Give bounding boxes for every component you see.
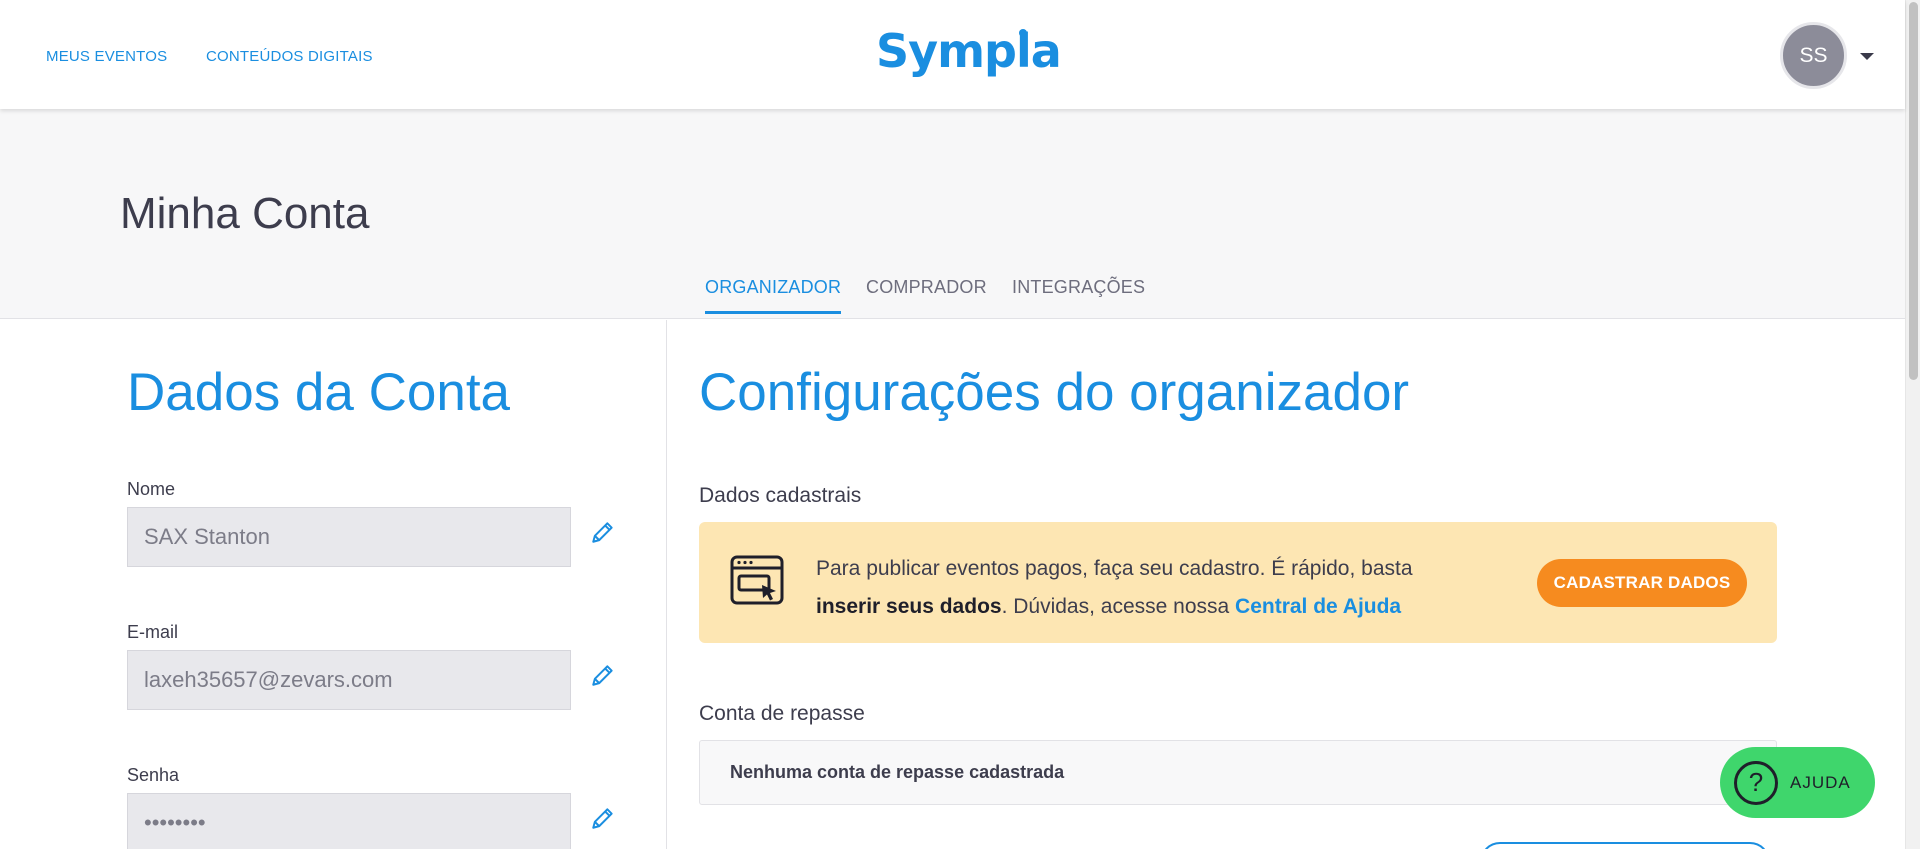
pencil-icon[interactable]	[590, 805, 616, 831]
column-divider	[666, 320, 667, 849]
partial-button[interactable]	[1480, 842, 1770, 849]
help-label: AJUDA	[1790, 772, 1851, 792]
help-center-link[interactable]: Central de Ajuda	[1235, 595, 1401, 618]
name-label: Nome	[127, 479, 176, 499]
logo-dot	[1019, 29, 1027, 37]
notice-text: Para publicar eventos pagos, faça seu ca…	[816, 550, 1456, 626]
tab-organizador[interactable]: ORGANIZADOR	[705, 277, 842, 314]
page-title: Minha Conta	[120, 189, 370, 238]
scrollbar-thumb[interactable]	[1909, 2, 1918, 380]
password-field[interactable]: ••••••••	[127, 793, 571, 849]
account-section-title: Dados da Conta	[127, 363, 511, 422]
scrollbar[interactable]	[1905, 0, 1920, 849]
browser-click-icon	[730, 555, 784, 605]
notice-text-part2: . Dúvidas, acesse nossa	[1001, 595, 1236, 618]
password-value: ••••••••	[144, 810, 206, 835]
register-data-button[interactable]: CADASTRAR DADOS	[1537, 559, 1747, 607]
notice-bold: inserir seus dados	[816, 595, 1002, 618]
account-header: Minha Conta ORGANIZADOR COMPRADOR INTEGR…	[0, 109, 1905, 319]
sympla-logo[interactable]: Sympla	[876, 24, 1062, 84]
pencil-icon[interactable]	[590, 662, 616, 688]
payout-title: Conta de repasse	[699, 702, 865, 725]
payout-empty-state: Nenhuma conta de repasse cadastrada	[699, 740, 1777, 805]
name-field[interactable]: SAX Stanton	[127, 507, 571, 567]
email-field[interactable]: laxeh35657@zevars.com	[127, 650, 571, 710]
chevron-down-icon[interactable]	[1860, 53, 1874, 60]
question-icon: ?	[1734, 760, 1778, 805]
nav-link-meus-eventos[interactable]: MEUS EVENTOS	[46, 48, 167, 65]
registration-notice: Para publicar eventos pagos, faça seu ca…	[699, 522, 1777, 643]
pencil-icon[interactable]	[590, 519, 616, 545]
user-avatar[interactable]: SS	[1780, 22, 1847, 89]
nav-link-conteudos-digitais[interactable]: CONTEÚDOS DIGITAIS	[206, 48, 373, 65]
password-label: Senha	[127, 765, 180, 785]
organizer-section-title: Configurações do organizador	[699, 363, 1410, 422]
email-label: E-mail	[127, 622, 179, 642]
email-value: laxeh35657@zevars.com	[144, 667, 393, 692]
notice-text-part1: Para publicar eventos pagos, faça seu ca…	[816, 557, 1413, 580]
top-navigation: MEUS EVENTOS CONTEÚDOS DIGITAIS Sympla S…	[0, 0, 1905, 109]
name-value: SAX Stanton	[144, 524, 270, 549]
tab-integracoes[interactable]: INTEGRAÇÕES	[1012, 277, 1145, 311]
tab-comprador[interactable]: COMPRADOR	[866, 277, 987, 311]
logo-dot	[1020, 41, 1026, 47]
logo-text: Sympla	[876, 24, 1062, 78]
registration-title: Dados cadastrais	[699, 484, 862, 507]
help-button[interactable]: ? AJUDA	[1720, 747, 1875, 818]
